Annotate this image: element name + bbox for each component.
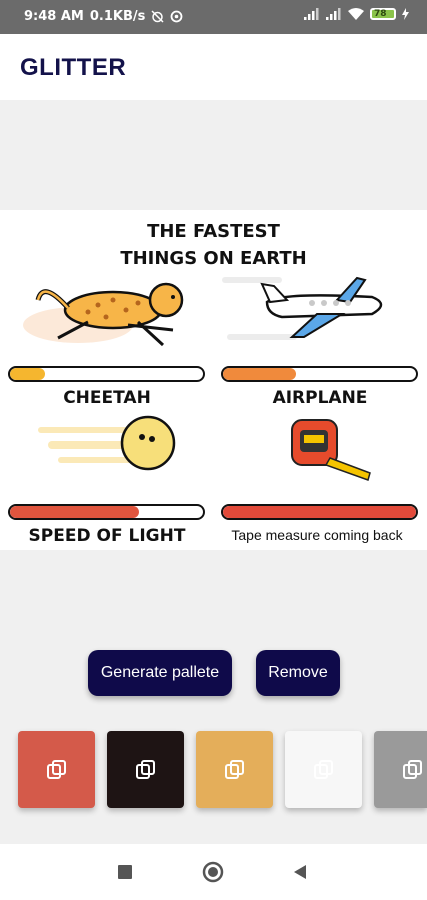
- alarm-off-icon: [151, 10, 164, 23]
- tape-measure-label: Tape measure coming back: [231, 527, 403, 543]
- recents-button[interactable]: [117, 864, 133, 880]
- system-navigation-bar: [0, 844, 427, 900]
- signal-icon-2: [326, 8, 341, 20]
- infographic-image: THE FASTEST THINGS ON EARTH CHEETAH AIRP…: [0, 210, 427, 550]
- back-button[interactable]: [292, 864, 308, 880]
- status-time: 9:48 AM: [24, 9, 84, 24]
- signal-icon-1: [304, 8, 319, 20]
- remove-button[interactable]: Remove: [256, 650, 340, 696]
- heading-line-2: THINGS ON EARTH: [120, 248, 307, 269]
- wifi-icon: [348, 8, 364, 20]
- cheetah-speed-bar: [8, 366, 205, 382]
- copy-icon[interactable]: [224, 759, 246, 781]
- home-button[interactable]: [202, 861, 224, 883]
- app-bar: GLITTER: [0, 34, 427, 100]
- palette-swatch-4[interactable]: [285, 731, 362, 808]
- generate-palette-button[interactable]: Generate pallete: [88, 650, 232, 696]
- palette-swatch-5[interactable]: [374, 731, 427, 808]
- battery-icon: 78: [370, 8, 396, 20]
- copy-icon[interactable]: [135, 759, 157, 781]
- speed-of-light-fill: [10, 506, 140, 518]
- battery-level: 78: [374, 9, 387, 19]
- infographic-heading: THE FASTEST THINGS ON EARTH: [0, 218, 427, 272]
- heading-line-1: THE FASTEST: [147, 221, 280, 242]
- airplane-speed-bar: [221, 366, 418, 382]
- cheetah-illustration: [23, 282, 184, 347]
- tape-measure-illustration: [291, 419, 371, 481]
- palette-swatch-1[interactable]: [18, 731, 95, 808]
- status-network-speed: 0.1KB/s: [89, 9, 146, 24]
- copy-icon[interactable]: [402, 759, 424, 781]
- airplane-speed-fill: [223, 368, 297, 380]
- copy-icon[interactable]: [313, 759, 335, 781]
- cheetah-speed-fill: [10, 368, 45, 380]
- cheetah-label: CHEETAH: [63, 388, 151, 408]
- airplane-illustration: [222, 276, 383, 340]
- tape-measure-bar: [221, 504, 418, 520]
- sync-icon: [170, 10, 183, 23]
- speed-of-light-illustration: [38, 415, 176, 471]
- speed-of-light-bar: [8, 504, 205, 520]
- palette-swatch-2[interactable]: [107, 731, 184, 808]
- airplane-label: AIRPLANE: [272, 388, 368, 408]
- copy-icon[interactable]: [46, 759, 68, 781]
- status-bar: 9:48 AM 0.1KB/s 78: [0, 0, 427, 34]
- charging-icon: [402, 8, 409, 20]
- app-title: GLITTER: [20, 54, 127, 81]
- palette-swatch-3[interactable]: [196, 731, 273, 808]
- speed-of-light-label: SPEED OF LIGHT: [28, 526, 186, 546]
- tape-measure-fill: [223, 506, 416, 518]
